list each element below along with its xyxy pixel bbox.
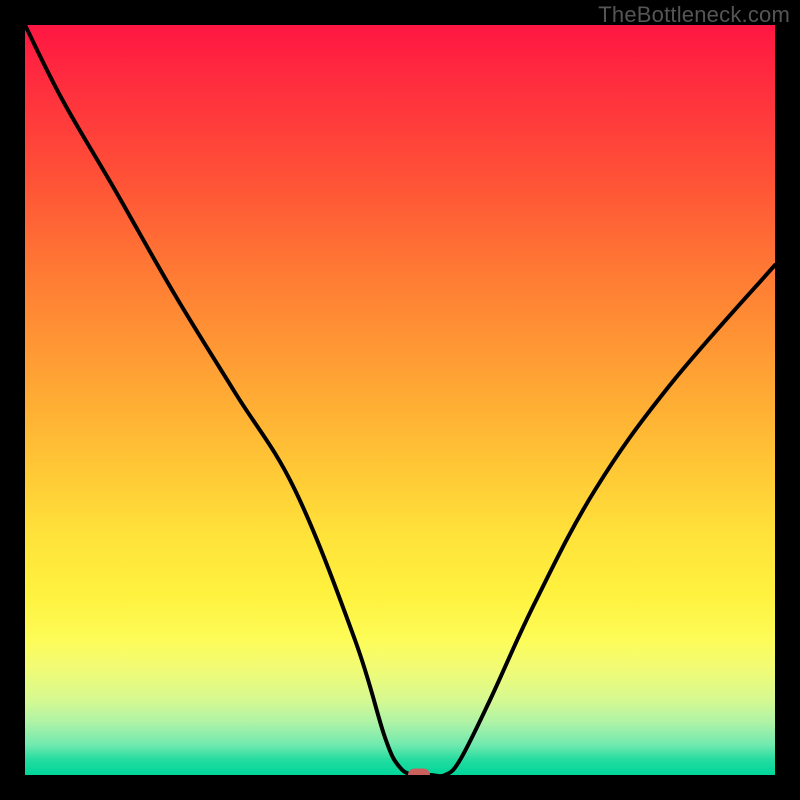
chart-frame: TheBottleneck.com <box>0 0 800 800</box>
optimal-point-marker <box>408 769 430 776</box>
bottleneck-curve <box>25 25 775 775</box>
plot-area <box>25 25 775 775</box>
watermark-text: TheBottleneck.com <box>598 2 790 28</box>
